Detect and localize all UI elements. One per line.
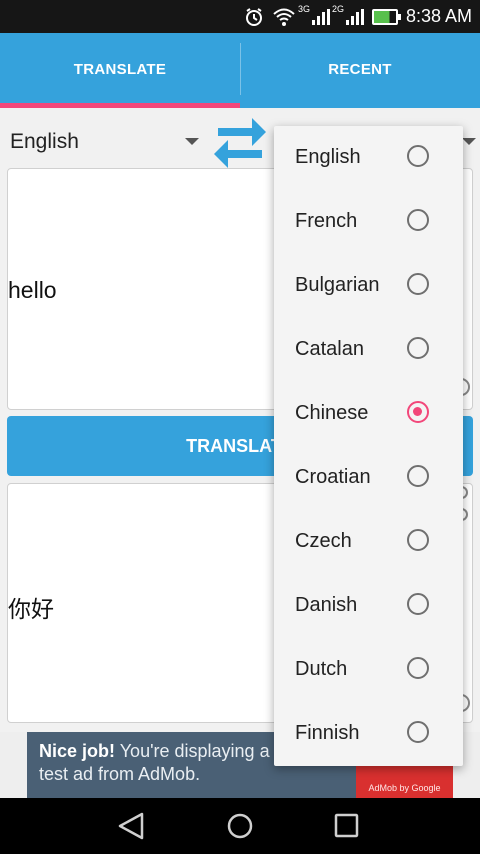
tab-bar: TRANSLATE RECENT (0, 33, 480, 108)
radio-button[interactable] (407, 145, 429, 167)
language-option-label: Croatian (295, 466, 371, 488)
language-dropdown: English French Bulgarian Catalan Chinese… (274, 126, 463, 766)
radio-button[interactable] (407, 209, 429, 231)
home-icon[interactable] (222, 810, 258, 842)
language-option-label: Dutch (295, 658, 348, 680)
tab-indicator (0, 103, 240, 108)
language-option-label: French (295, 210, 358, 232)
clock: 8:38 AM (405, 6, 472, 26)
chevron-down-icon[interactable] (462, 138, 476, 145)
radio-button[interactable] (407, 593, 429, 615)
language-option-label: Bulgarian (295, 274, 380, 296)
language-option-label: Finnish (295, 722, 360, 744)
language-option-label: Catalan (295, 338, 364, 360)
ad-headline: Nice job! (39, 741, 116, 761)
radio-button[interactable] (407, 337, 429, 359)
tab-translate[interactable]: TRANSLATE (0, 33, 240, 105)
recents-icon[interactable] (328, 810, 364, 842)
signal-icon: 2G (332, 4, 364, 27)
navigation-bar (0, 798, 480, 854)
language-option[interactable]: Bulgarian (274, 254, 463, 318)
language-option-label: Chinese (295, 402, 369, 424)
input-text: hello (8, 277, 57, 303)
language-option[interactable]: French (274, 190, 463, 254)
ad-margin (0, 732, 27, 798)
radio-button[interactable] (407, 657, 429, 679)
language-option-label: English (295, 146, 361, 168)
language-option[interactable]: Chinese (274, 382, 463, 446)
radio-button[interactable] (407, 529, 429, 551)
language-option[interactable]: Czech (274, 510, 463, 574)
signal-icon: 3G (298, 4, 330, 27)
chevron-down-icon[interactable] (185, 138, 199, 145)
language-option-label: Czech (295, 530, 352, 552)
radio-button[interactable] (407, 465, 429, 487)
back-icon[interactable] (114, 810, 150, 842)
language-option[interactable]: Finnish (274, 702, 463, 766)
radio-button[interactable] (407, 721, 429, 743)
status-bar: 3G 2G 8:38 AM (0, 0, 480, 33)
language-option[interactable]: Danish (274, 574, 463, 638)
radio-button[interactable] (407, 273, 429, 295)
language-option[interactable]: Dutch (274, 638, 463, 702)
admob-logo-text: AdMob by Google (368, 783, 441, 793)
alarm-icon (245, 7, 262, 26)
language-option[interactable]: Croatian (274, 446, 463, 510)
tab-recent[interactable]: RECENT (240, 33, 480, 105)
swap-languages-icon[interactable] (212, 114, 268, 170)
radio-button-selected[interactable] (407, 401, 429, 423)
language-option[interactable]: English (274, 126, 463, 190)
wifi-icon (273, 8, 295, 26)
source-language-spinner[interactable]: English (10, 130, 210, 154)
output-text: 你好 (8, 597, 54, 623)
sim1-type: 3G (297, 3, 310, 14)
language-option[interactable]: Catalan (274, 318, 463, 382)
language-option-label: Danish (295, 594, 358, 616)
battery-icon (371, 8, 401, 25)
sim2-type: 2G (331, 3, 344, 14)
